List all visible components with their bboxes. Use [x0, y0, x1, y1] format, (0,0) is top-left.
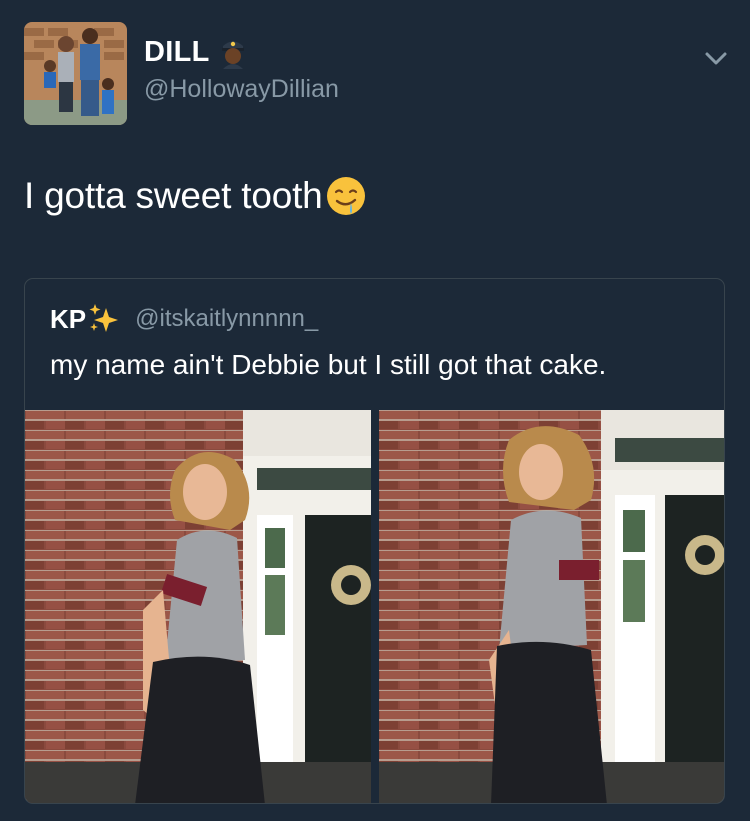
quoted-tweet[interactable]: KP @itskaitlynnnnn_ my name ain't Debbie…	[24, 278, 725, 804]
avatar[interactable]	[24, 22, 127, 125]
author-name[interactable]: DILL	[144, 35, 250, 69]
quoted-tweet-header: KP @itskaitlynnnnn_	[50, 302, 318, 336]
quoted-photo-1[interactable]	[25, 410, 371, 803]
avatar-family-photo	[24, 22, 127, 125]
quoted-author-handle: @itskaitlynnnnn_	[135, 305, 319, 332]
author-name-text: DILL	[144, 35, 210, 68]
sparkles-emoji-icon	[87, 302, 121, 336]
quoted-tweet-text: my name ain't Debbie but I still got tha…	[50, 349, 607, 380]
tweet-text: I gotta sweet tooth	[24, 172, 367, 220]
police-officer-emoji-icon	[216, 35, 250, 69]
tweet-card: DILL @HollowayDillian I gotta sweet toot…	[0, 0, 750, 821]
quoted-author-name: KP	[50, 303, 87, 334]
author-handle[interactable]: @HollowayDillian	[144, 75, 339, 104]
chevron-down-icon[interactable]	[700, 42, 732, 74]
quoted-photo-2[interactable]	[379, 410, 724, 803]
tweet-text-body: I gotta sweet tooth	[24, 175, 323, 216]
drooling-face-emoji-icon	[325, 175, 367, 217]
